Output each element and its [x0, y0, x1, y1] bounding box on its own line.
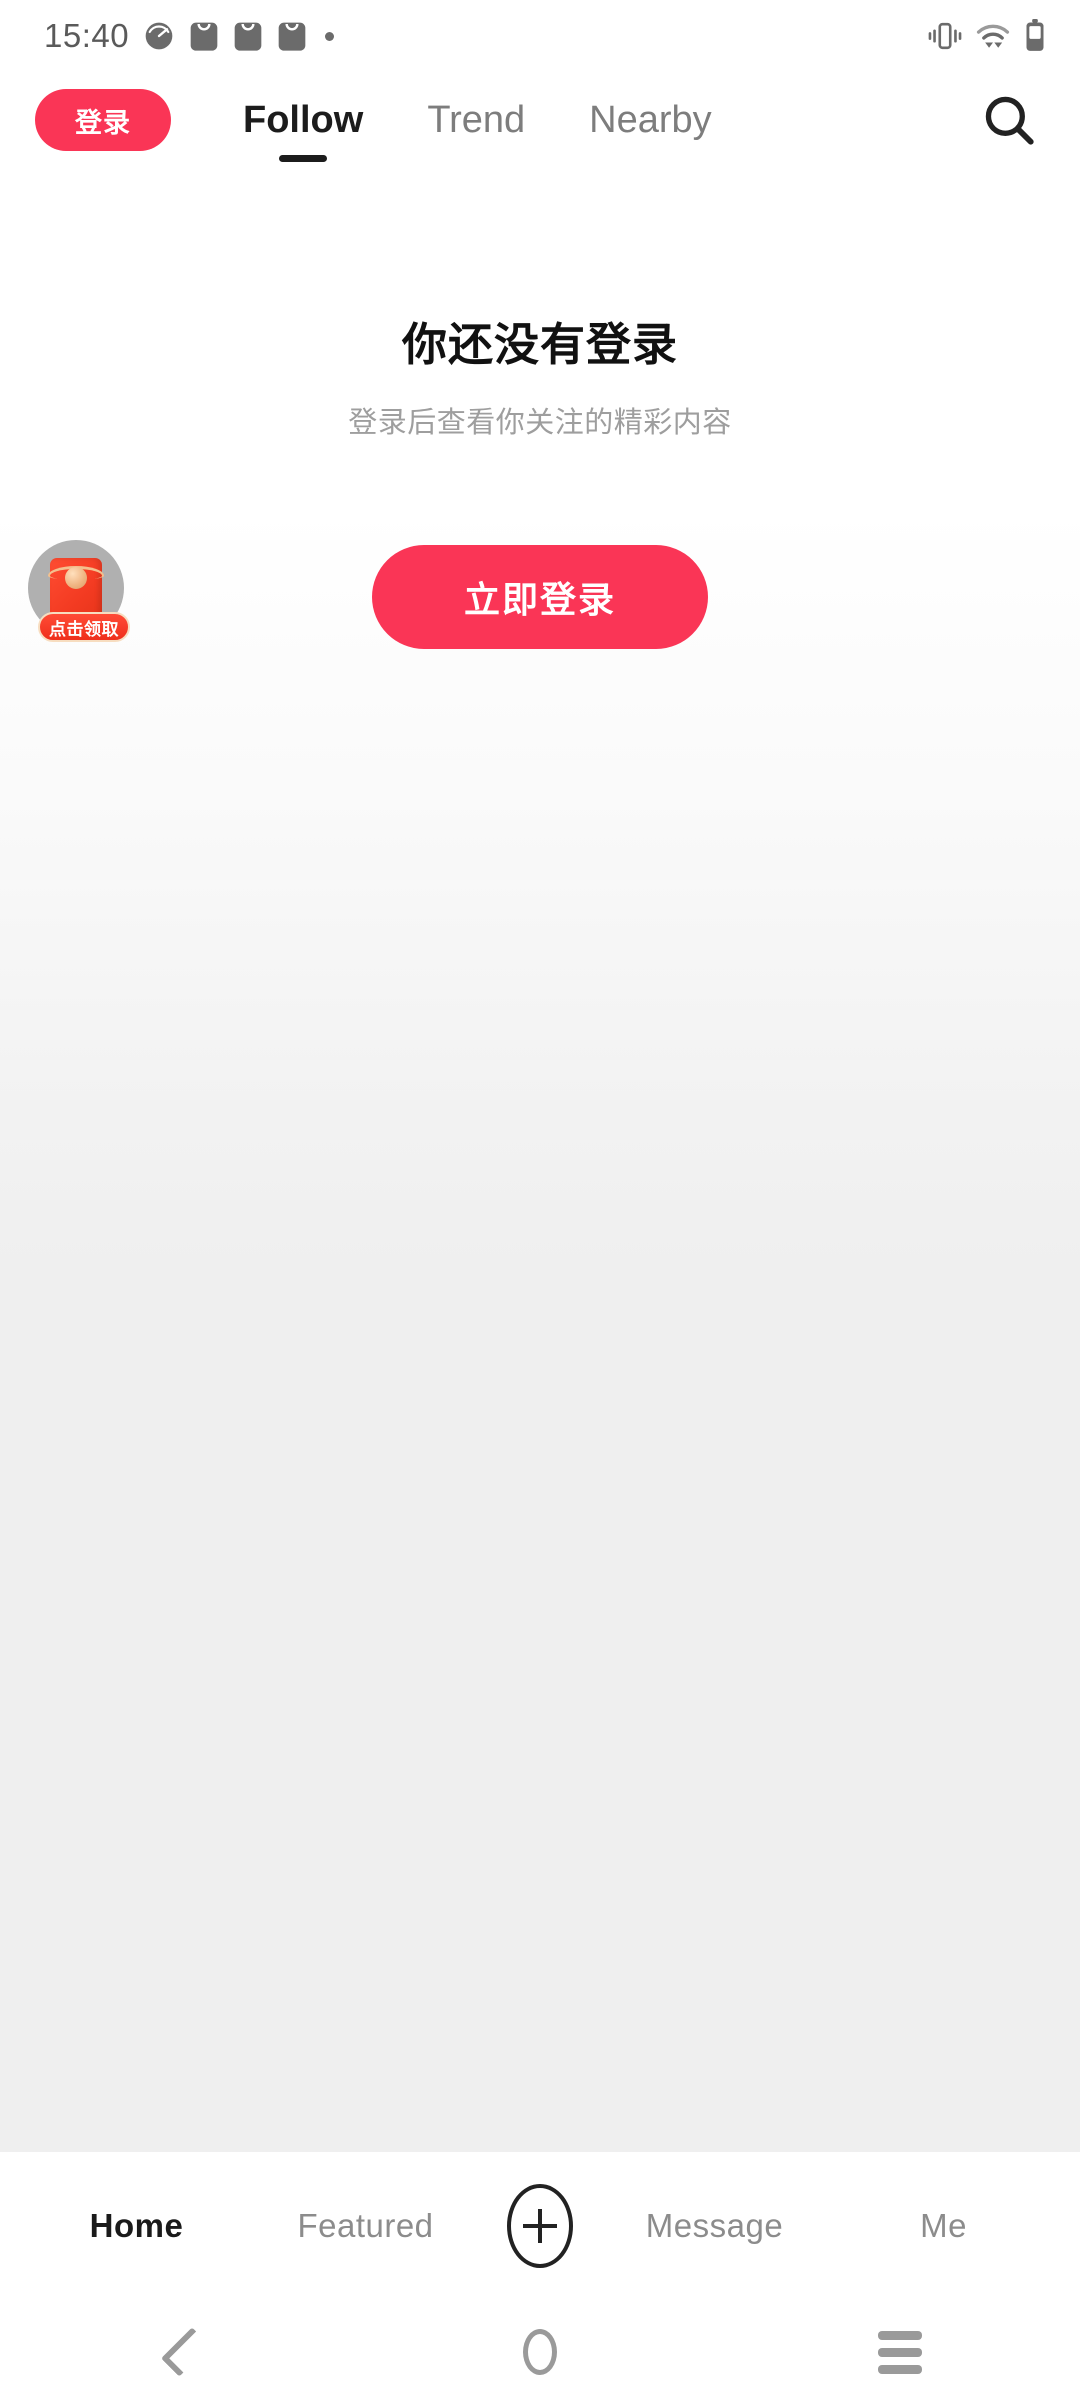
- tab-bar: Follow Trend Nearby: [211, 94, 1080, 162]
- status-bar-right: [928, 19, 1046, 53]
- status-time: 15:40: [44, 17, 130, 54]
- red-envelope-badge-label: 点击领取: [49, 619, 119, 639]
- compose-button[interactable]: [480, 2184, 600, 2268]
- recents-menu-icon: [878, 2330, 922, 2374]
- bottom-nav-item-featured[interactable]: Featured: [251, 2207, 480, 2245]
- red-envelope-widget[interactable]: 点击领取: [28, 540, 130, 642]
- content-area: 你还没有登录 登录后查看你关注的精彩内容 立即登录 点击领取: [0, 168, 1080, 2152]
- dot-indicator: [325, 31, 335, 41]
- bottom-nav-item-home[interactable]: Home: [22, 2207, 251, 2245]
- shopping-bag-icon: [190, 22, 218, 51]
- speedometer-icon: [145, 22, 173, 50]
- vibrate-icon: [928, 22, 962, 50]
- login-pill-label: 登录: [75, 107, 131, 138]
- tab-trend-label: Trend: [427, 99, 526, 141]
- system-back-button[interactable]: [0, 2327, 360, 2377]
- shopping-bag-icon: [278, 22, 306, 51]
- tab-nearby-label: Nearby: [589, 99, 712, 141]
- system-home-button[interactable]: [360, 2329, 720, 2375]
- status-bar-left: 15:40: [44, 17, 335, 55]
- wifi-icon: [976, 24, 1010, 48]
- phone-screen: 15:40 登录 Follow Trend Nearby 你还没有登录 登录后查…: [0, 0, 1080, 2404]
- login-now-button[interactable]: 立即登录: [372, 545, 708, 649]
- red-envelope-badge[interactable]: 点击领取: [38, 612, 130, 642]
- system-nav-bar: [0, 2300, 1080, 2404]
- empty-state: 你还没有登录 登录后查看你关注的精彩内容 立即登录: [0, 168, 1080, 649]
- empty-state-title: 你还没有登录: [401, 319, 678, 370]
- empty-state-subtitle: 登录后查看你关注的精彩内容: [348, 407, 732, 439]
- tab-nearby[interactable]: Nearby: [557, 94, 744, 146]
- login-pill-button[interactable]: 登录: [35, 89, 171, 151]
- tab-follow-label: Follow: [243, 99, 364, 141]
- home-circle-icon: [523, 2329, 557, 2375]
- tab-trend[interactable]: Trend: [395, 94, 557, 146]
- bottom-nav-item-me[interactable]: Me: [829, 2207, 1058, 2245]
- login-now-label: 立即登录: [463, 579, 616, 620]
- bottom-nav-bar: Home Featured Message Me: [0, 2152, 1080, 2300]
- system-recents-button[interactable]: [720, 2330, 1080, 2374]
- shopping-bag-icon: [234, 22, 262, 51]
- back-chevron-icon: [160, 2327, 211, 2377]
- plus-circle-icon: [507, 2184, 573, 2268]
- search-button[interactable]: [974, 85, 1044, 155]
- tab-active-underline: [279, 155, 328, 162]
- tab-follow[interactable]: Follow: [211, 94, 395, 162]
- envelope-coin: [65, 567, 87, 589]
- status-bar: 15:40: [0, 0, 1080, 72]
- bottom-nav-item-message[interactable]: Message: [600, 2207, 829, 2245]
- search-icon: [985, 96, 1034, 145]
- battery-icon: [1026, 19, 1044, 51]
- top-bar: 登录 Follow Trend Nearby: [0, 72, 1080, 168]
